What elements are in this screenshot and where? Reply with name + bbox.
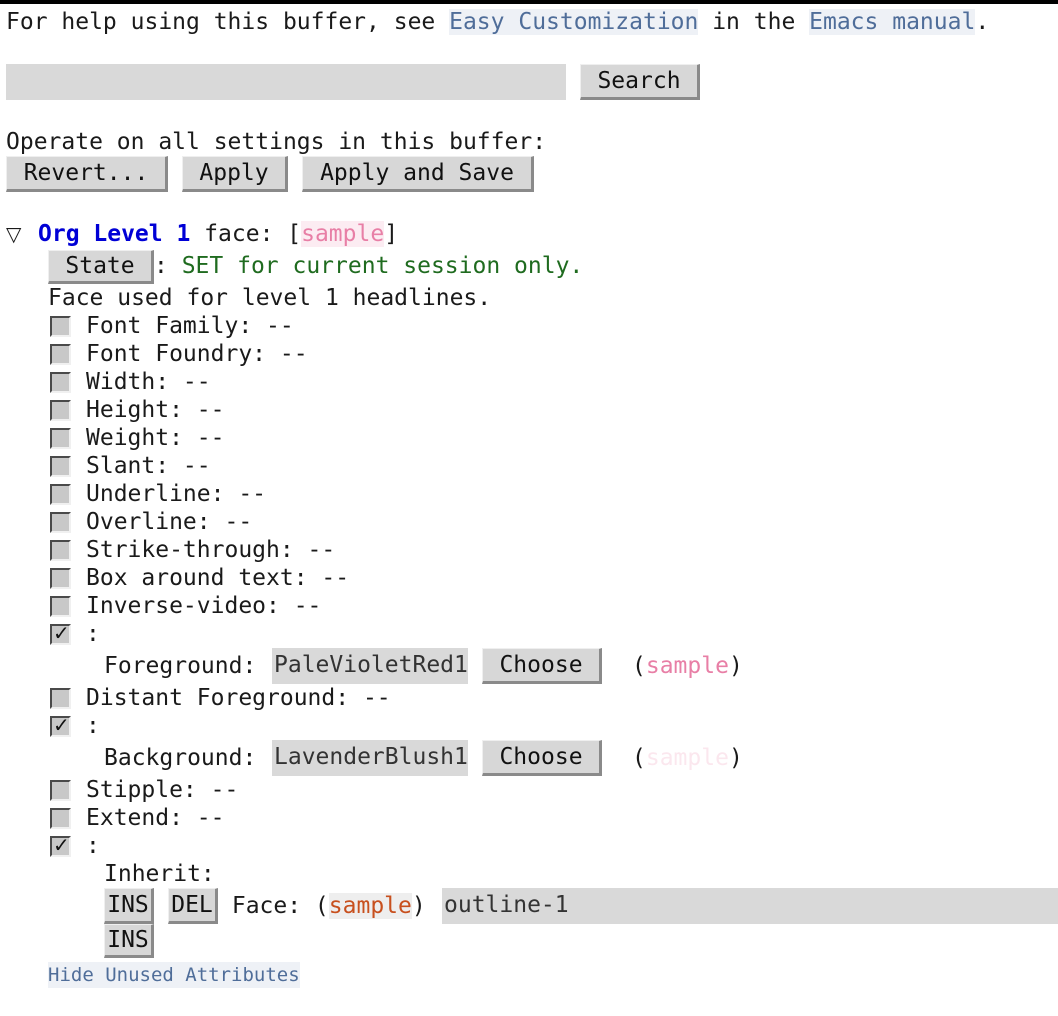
distant-foreground-checkbox[interactable] bbox=[50, 688, 71, 709]
strike-through-checkbox[interactable] bbox=[50, 540, 71, 561]
distant-foreground-label: Distant Foreground: -- bbox=[86, 685, 391, 711]
foreground-checkbox[interactable]: ✓ bbox=[50, 621, 71, 645]
slant-checkbox[interactable] bbox=[50, 456, 71, 477]
easy-customization-link[interactable]: Easy Customization bbox=[449, 9, 699, 35]
face-header: Org Level 1 face: [sample] bbox=[38, 220, 398, 248]
check-mark-icon: ✓ bbox=[53, 713, 70, 737]
state-line: : SET for current session only. bbox=[154, 252, 583, 280]
stipple-label: Stipple: -- bbox=[86, 777, 239, 803]
face-label-end: ] bbox=[384, 221, 399, 247]
width-checkbox[interactable] bbox=[50, 372, 71, 393]
underline-label: Underline: -- bbox=[86, 481, 267, 507]
state-text: SET for current session only. bbox=[181, 253, 584, 279]
face-label: face: [ bbox=[190, 221, 302, 247]
slant-label: Slant: -- bbox=[86, 453, 211, 479]
weight-label: Weight: -- bbox=[86, 425, 225, 451]
font-family-label: Font Family: -- bbox=[86, 313, 294, 339]
inherit-face-line: Face: (sample) bbox=[218, 892, 426, 920]
foreground-sample-wrap: (sample) bbox=[632, 652, 743, 680]
background-sample-wrap: (sample) bbox=[632, 744, 743, 772]
font-foundry-label: Font Foundry: -- bbox=[86, 341, 308, 367]
inherit-label: Inherit: bbox=[104, 861, 215, 887]
background-close-paren: ) bbox=[728, 745, 743, 771]
collapse-triangle-icon[interactable]: ▽ bbox=[6, 222, 21, 246]
inherit-face-field[interactable]: outline-1 bbox=[442, 888, 1058, 924]
inherit-colon: : bbox=[86, 833, 100, 859]
operate-label: Operate on all settings in this buffer: bbox=[6, 129, 547, 155]
check-mark-icon: ✓ bbox=[53, 621, 70, 645]
check-mark-icon: ✓ bbox=[53, 833, 70, 857]
emacs-manual-link[interactable]: Emacs manual bbox=[809, 9, 976, 35]
height-label: Height: -- bbox=[86, 397, 225, 423]
foreground-color-field[interactable]: PaleVioletRed1 bbox=[272, 648, 468, 684]
insert-button[interactable]: INS bbox=[104, 888, 154, 924]
delete-button[interactable]: DEL bbox=[168, 888, 218, 924]
inherit-face-close: ) bbox=[411, 893, 426, 919]
inherit-face-label: Face: ( bbox=[218, 893, 329, 919]
weight-checkbox[interactable] bbox=[50, 428, 71, 449]
state-sep: : bbox=[154, 253, 182, 279]
foreground-close-paren: ) bbox=[728, 653, 743, 679]
foreground-sample: sample bbox=[645, 653, 729, 679]
foreground-colon: : bbox=[86, 621, 100, 647]
face-doc: Face used for level 1 headlines. bbox=[48, 285, 492, 311]
foreground-open-paren: ( bbox=[632, 653, 646, 679]
foreground-choose-button[interactable]: Choose bbox=[482, 648, 602, 684]
revert-button[interactable]: Revert... bbox=[6, 156, 168, 192]
face-name: Org Level 1 bbox=[38, 221, 191, 247]
inherit-checkbox[interactable]: ✓ bbox=[50, 833, 71, 857]
stipple-checkbox[interactable] bbox=[50, 780, 71, 801]
help-prefix: For help using this buffer, see bbox=[6, 9, 450, 35]
inverse-video-checkbox[interactable] bbox=[50, 596, 71, 617]
overline-label: Overline: -- bbox=[86, 509, 253, 535]
box-around-text-checkbox[interactable] bbox=[50, 568, 71, 589]
hide-unused-attributes-link[interactable]: Hide Unused Attributes bbox=[48, 962, 300, 988]
background-color-field[interactable]: LavenderBlush1 bbox=[272, 740, 468, 776]
box-around-text-label: Box around text: -- bbox=[86, 565, 350, 591]
font-family-checkbox[interactable] bbox=[50, 316, 71, 337]
foreground-label: Foreground: bbox=[104, 653, 271, 679]
state-button[interactable]: State bbox=[48, 250, 154, 284]
help-suffix: . bbox=[975, 9, 990, 35]
insert-button-2[interactable]: INS bbox=[104, 924, 154, 958]
background-checkbox[interactable]: ✓ bbox=[50, 713, 71, 737]
font-foundry-checkbox[interactable] bbox=[50, 344, 71, 365]
inherit-face-sample: sample bbox=[328, 893, 412, 919]
background-colon: : bbox=[86, 713, 100, 739]
help-line: For help using this buffer, see Easy Cus… bbox=[6, 8, 989, 36]
window-top-border bbox=[0, 0, 1058, 4]
background-label: Background: bbox=[104, 745, 271, 771]
extend-label: Extend: -- bbox=[86, 805, 225, 831]
underline-checkbox[interactable] bbox=[50, 484, 71, 505]
help-middle: in the bbox=[698, 9, 810, 35]
search-button[interactable]: Search bbox=[580, 64, 700, 100]
background-open-paren: ( bbox=[632, 745, 646, 771]
width-label: Width: -- bbox=[86, 369, 211, 395]
inverse-video-label: Inverse-video: -- bbox=[86, 593, 322, 619]
strike-through-label: Strike-through: -- bbox=[86, 537, 336, 563]
overline-checkbox[interactable] bbox=[50, 512, 71, 533]
search-input[interactable] bbox=[6, 64, 566, 100]
face-sample: sample bbox=[301, 221, 385, 247]
apply-button[interactable]: Apply bbox=[182, 156, 288, 192]
background-sample: sample bbox=[645, 745, 729, 771]
height-checkbox[interactable] bbox=[50, 400, 71, 421]
extend-checkbox[interactable] bbox=[50, 808, 71, 829]
background-choose-button[interactable]: Choose bbox=[482, 740, 602, 776]
apply-and-save-button[interactable]: Apply and Save bbox=[302, 156, 534, 192]
